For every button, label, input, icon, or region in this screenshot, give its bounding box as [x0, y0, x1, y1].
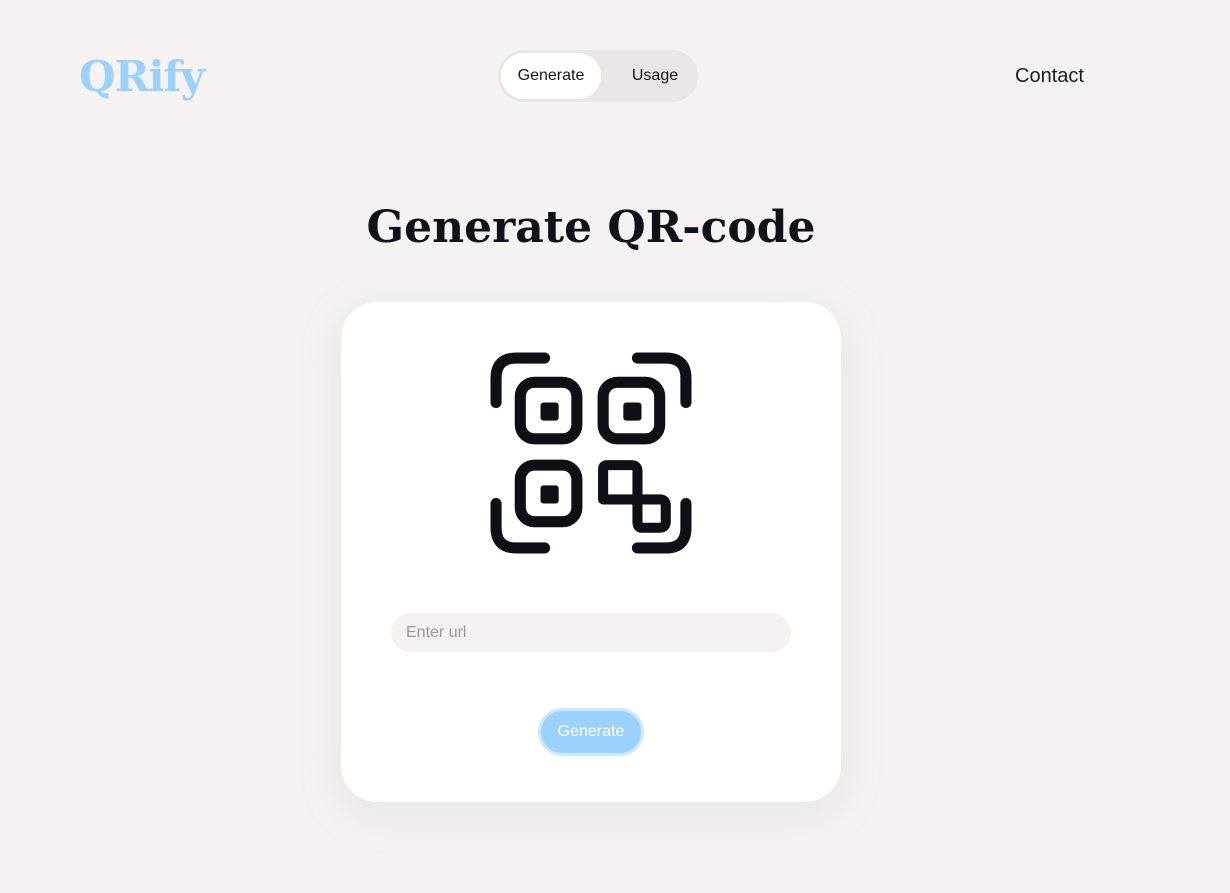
tab-generate[interactable]: Generate — [501, 53, 601, 99]
qr-code-icon — [490, 352, 692, 554]
nav-tabs: Generate Usage — [498, 50, 698, 102]
tab-usage[interactable]: Usage — [608, 53, 702, 99]
logo[interactable]: QRify — [79, 54, 205, 100]
contact-link[interactable]: Contact — [1015, 63, 1084, 89]
page-title: Generate QR-code — [366, 202, 816, 253]
generate-button[interactable]: Generate — [541, 711, 641, 753]
url-input[interactable] — [391, 613, 791, 652]
generator-card: Generate — [341, 302, 841, 802]
